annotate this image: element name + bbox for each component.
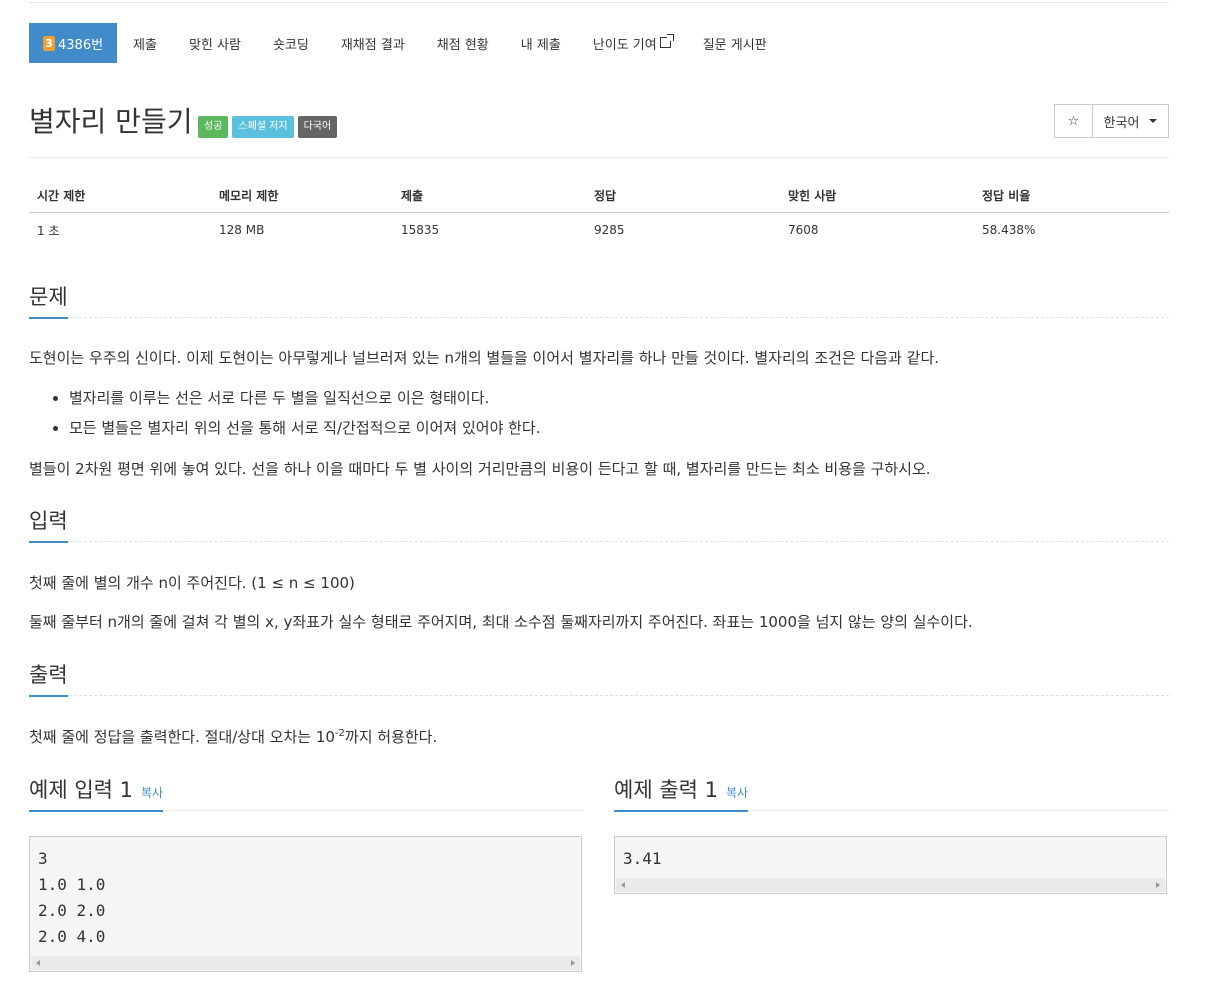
tab-difficulty-label: 난이도 기여 <box>592 37 657 53</box>
label-special-judge: 스페셜 저지 <box>232 116 294 138</box>
problem-info-table: 시간 제한 메모리 제한 제출 정답 맞힌 사람 정답 비율 1 초 128 M… <box>29 178 1169 247</box>
accept-ratio-value: 58.438% <box>982 223 1036 237</box>
output-exponent: -2 <box>334 728 345 739</box>
tab-solved-users[interactable]: 맞힌 사람 <box>173 23 257 63</box>
sample-input-header: 예제 입력 1 복사 <box>29 774 584 812</box>
title-divider <box>29 157 1169 158</box>
label-multilang: 다국어 <box>297 116 338 138</box>
sample-input-title-text: 예제 입력 1 <box>29 778 133 802</box>
external-link-icon <box>659 33 674 48</box>
tab-problem-label: 4386번 <box>58 37 104 53</box>
list-item: 모든 별들은 별자리 위의 선을 통해 서로 직/간접적으로 이어져 있어야 한… <box>69 413 541 443</box>
accepted-value: 9285 <box>594 223 625 237</box>
header-accepted: 정답 <box>586 178 780 213</box>
horizontal-scrollbar[interactable] <box>31 956 580 970</box>
title-actions: ☆ 한국어 <box>1054 104 1169 138</box>
tab-problem[interactable]: 3 4386번 <box>29 23 118 63</box>
table-header-row: 시간 제한 메모리 제한 제출 정답 맞힌 사람 정답 비율 <box>29 178 1169 213</box>
scroll-right-icon[interactable] <box>571 960 575 966</box>
input-section-header: 입력 <box>29 505 1169 543</box>
list-item: 별자리를 이루는 선은 서로 다른 두 별을 일직선으로 이은 형태이다. <box>69 383 541 413</box>
scroll-left-icon[interactable] <box>621 882 625 888</box>
header-time-limit: 시간 제한 <box>29 178 211 213</box>
tab-question-board[interactable]: 질문 게시판 <box>687 23 783 63</box>
input-description-1: 첫째 줄에 별의 개수 n이 주어진다. (1 ≤ n ≤ 100) <box>29 574 355 592</box>
tab-status[interactable]: 채점 현황 <box>421 23 505 63</box>
sample-input-box[interactable]: 3 1.0 1.0 2.0 2.0 2.0 4.0 <box>29 836 582 972</box>
language-dropdown[interactable]: 한국어 <box>1093 104 1169 138</box>
problem-section-header: 문제 <box>29 281 1169 319</box>
problem-conditions-list: 별자리를 이루는 선은 서로 다른 두 별을 일직선으로 이은 형태이다. 모든… <box>29 383 541 443</box>
header-solved-users: 맞힌 사람 <box>780 178 974 213</box>
header-accept-ratio: 정답 비율 <box>974 178 1169 213</box>
submissions-value: 15835 <box>401 223 440 237</box>
sample-input-line: 2.0 4.0 <box>38 927 106 946</box>
output-section-title: 출력 <box>29 659 68 697</box>
header-memory-limit: 메모리 제한 <box>211 178 393 213</box>
sample-input-line: 1.0 1.0 <box>38 875 106 894</box>
horizontal-scrollbar[interactable] <box>616 878 1165 892</box>
table-row: 1 초 128 MB 15835 9285 7608 58.438% <box>29 213 1169 248</box>
problem-description-2: 별들이 2차원 평면 위에 놓여 있다. 선을 하나 이을 때마다 두 별 사이… <box>29 460 931 478</box>
sample-output-box[interactable]: 3.41 <box>614 836 1167 894</box>
sample-input-line: 2.0 2.0 <box>38 901 106 920</box>
tab-short-coding[interactable]: 숏코딩 <box>257 23 325 63</box>
problem-labels: 성공 스페셜 저지 다국어 <box>198 116 338 138</box>
problem-description-1: 도현이는 우주의 신이다. 이제 도현이는 아무렇게나 널브러져 있는 n개의 … <box>29 349 940 367</box>
copy-sample-output-button[interactable]: 복사 <box>726 786 748 800</box>
star-icon: ☆ <box>1067 113 1080 129</box>
tab-my-submissions[interactable]: 내 제출 <box>505 23 577 63</box>
header-submissions: 제출 <box>393 178 586 213</box>
sample-output-title-text: 예제 출력 1 <box>614 778 718 802</box>
tab-rejudge[interactable]: 재채점 결과 <box>325 23 421 63</box>
sample-input-line: 3 <box>38 849 48 868</box>
output-section-header: 출력 <box>29 659 1169 697</box>
caret-down-icon <box>1149 119 1158 123</box>
problem-title: 별자리 만들기 <box>29 105 193 138</box>
input-description-2: 둘째 줄부터 n개의 줄에 걸쳐 각 별의 x, y좌표가 실수 형태로 주어지… <box>29 613 973 631</box>
output-text-before: 첫째 줄에 정답을 출력한다. 절대/상대 오차는 10 <box>29 728 335 746</box>
sample-output-line: 3.41 <box>623 849 662 868</box>
favorite-star-button[interactable]: ☆ <box>1054 104 1093 138</box>
memory-limit-value: 128 MB <box>219 223 265 237</box>
output-description: 첫째 줄에 정답을 출력한다. 절대/상대 오차는 10-2까지 허용한다. <box>29 726 437 747</box>
sample-input-title: 예제 입력 1 복사 <box>29 774 164 812</box>
time-limit-value: 1 초 <box>37 223 60 238</box>
tab-submit[interactable]: 제출 <box>117 23 173 63</box>
copy-sample-input-button[interactable]: 복사 <box>141 786 163 800</box>
scroll-left-icon[interactable] <box>36 960 40 966</box>
problem-tabs: 3 4386번 제출 맞힌 사람 숏코딩 재채점 결과 채점 현황 내 제출 난… <box>29 23 783 63</box>
scroll-right-icon[interactable] <box>1156 882 1160 888</box>
label-success: 성공 <box>198 116 229 138</box>
top-divider <box>29 0 1169 3</box>
sample-output-title: 예제 출력 1 복사 <box>614 774 749 812</box>
tier-badge-icon: 3 <box>43 35 55 51</box>
language-label: 한국어 <box>1103 115 1140 131</box>
sample-output-header: 예제 출력 1 복사 <box>614 774 1169 812</box>
problem-section-title: 문제 <box>29 281 68 319</box>
input-section-title: 입력 <box>29 505 68 543</box>
tab-difficulty-contribute[interactable]: 난이도 기여 <box>577 23 687 63</box>
output-text-after: 까지 허용한다. <box>344 728 438 746</box>
solved-users-value: 7608 <box>788 223 819 237</box>
